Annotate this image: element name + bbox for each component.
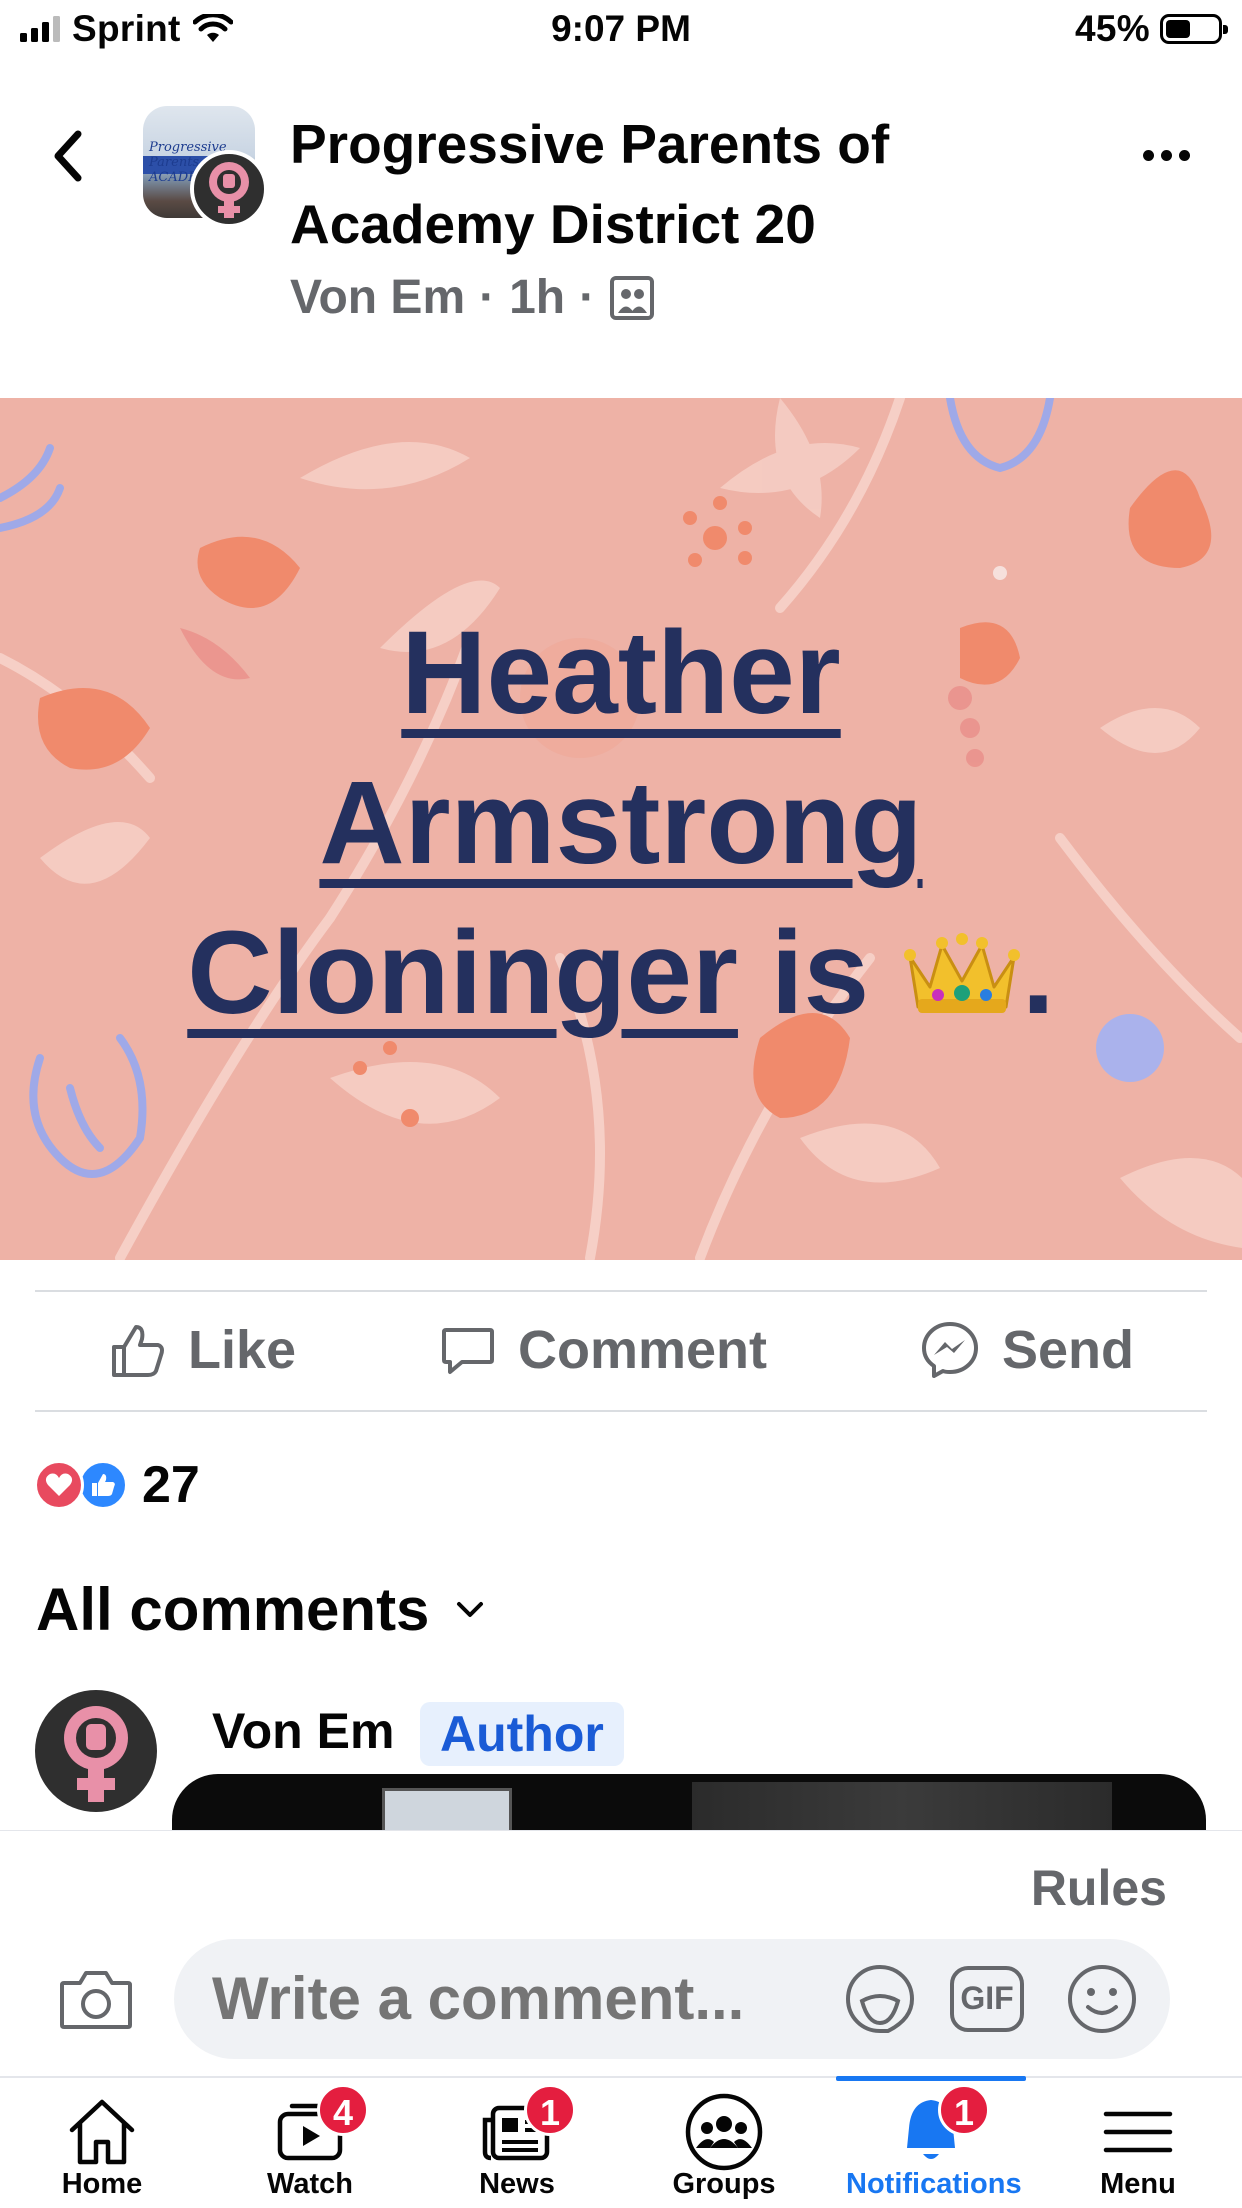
more-dot <box>1143 150 1154 161</box>
like-label: Like <box>188 1320 297 1380</box>
post-time[interactable]: 1h <box>509 270 565 325</box>
camera-icon[interactable] <box>58 1965 134 2033</box>
post-text: Heather Armstrong Cloninger is . <box>0 598 1242 1048</box>
feminist-fist-icon <box>64 1706 128 1802</box>
tab-label: Menu <box>1100 2168 1176 2200</box>
group-members-icon <box>610 275 655 320</box>
send-button[interactable]: Send <box>920 1292 1134 1408</box>
commenter-avatar[interactable] <box>35 1690 157 1812</box>
meta-separator: · <box>479 271 496 324</box>
send-label: Send <box>1002 1320 1135 1380</box>
comment-label: Comment <box>518 1320 768 1380</box>
group-name[interactable]: Progressive Parents of Academy District … <box>290 104 1050 264</box>
post-text-line2[interactable]: Armstrong <box>319 757 922 889</box>
clock: 9:07 PM <box>551 8 691 49</box>
sticker-icon[interactable] <box>842 1961 918 2037</box>
tab-label: Watch <box>267 2168 353 2200</box>
action-bar: Like Comment Send <box>0 1292 1242 1408</box>
tab-groups[interactable]: Groups <box>639 2078 809 2208</box>
chevron-down-icon <box>457 1601 484 1617</box>
rules-link[interactable]: Rules <box>1031 1859 1167 1917</box>
tab-watch[interactable]: 4 Watch <box>225 2078 395 2208</box>
comment-input[interactable] <box>212 1939 792 2059</box>
messenger-icon <box>922 1322 978 1378</box>
comment-composer: Rules GIF <box>0 1830 1242 2076</box>
back-button[interactable] <box>44 124 92 188</box>
battery-icon <box>1160 14 1228 44</box>
comment-button[interactable]: Comment <box>440 1292 767 1408</box>
post-background-card[interactable]: Heather Armstrong Cloninger is . <box>0 398 1242 1260</box>
post-text-name[interactable]: Cloninger <box>187 907 738 1039</box>
more-options-button[interactable] <box>1143 150 1190 161</box>
like-reaction-icon <box>78 1460 128 1510</box>
comment-box[interactable]: GIF <box>174 1939 1170 2059</box>
more-dot <box>1161 150 1172 161</box>
tab-bar: Home 4 Watch 1 News Groups 1 Notificatio… <box>0 2076 1242 2208</box>
tab-label: Home <box>61 2168 143 2200</box>
groups-icon <box>685 2093 763 2171</box>
home-icon <box>69 2099 135 2165</box>
notification-badge: 4 <box>317 2084 369 2136</box>
meta-separator: · <box>579 271 596 324</box>
tab-home[interactable]: Home <box>17 2078 187 2208</box>
crown-icon <box>903 933 1020 1013</box>
author-badge: Author <box>420 1702 624 1766</box>
feminist-fist-icon <box>209 162 249 218</box>
status-right: 45% <box>1075 8 1228 50</box>
thumbs-up-icon <box>112 1325 164 1377</box>
tab-news[interactable]: 1 News <box>432 2078 602 2208</box>
tab-notifications[interactable]: 1 Notifications <box>846 2078 1022 2208</box>
comment-bubble-icon <box>442 1328 494 1374</box>
post-meta: Von Em · 1h · <box>290 270 655 325</box>
more-dot <box>1179 150 1190 161</box>
love-reaction-icon <box>34 1460 84 1510</box>
divider <box>35 1410 1207 1412</box>
like-button[interactable]: Like <box>108 1292 296 1408</box>
menu-icon <box>1103 2111 1173 2153</box>
battery-percent: 45% <box>1075 8 1150 49</box>
tab-menu[interactable]: Menu <box>1053 2078 1223 2208</box>
tab-label: News <box>479 2168 555 2200</box>
emoji-icon[interactable] <box>1064 1961 1140 2037</box>
notification-badge: 1 <box>938 2084 990 2136</box>
notification-badge: 1 <box>524 2084 576 2136</box>
tab-label: Notifications <box>846 2168 1022 2200</box>
media-stripe <box>692 1782 1112 1832</box>
author-avatar[interactable] <box>190 150 268 228</box>
post-text-suffix: is <box>737 907 902 1039</box>
tab-label: Groups <box>672 2168 776 2200</box>
reaction-count: 27 <box>142 1456 200 1514</box>
post-text-line1[interactable]: Heather <box>401 607 840 739</box>
post-text-end: . <box>1021 907 1055 1039</box>
gif-button[interactable]: GIF <box>950 1966 1024 2032</box>
reactions-summary[interactable]: 27 <box>34 1455 200 1515</box>
status-bar: Sprint 9:07 PM 45% <box>0 0 1242 62</box>
comments-filter[interactable]: All comments <box>36 1575 485 1644</box>
comments-heading: All comments <box>36 1576 430 1643</box>
post-author[interactable]: Von Em <box>290 270 465 325</box>
commenter-name[interactable]: Von Em <box>212 1702 394 1760</box>
